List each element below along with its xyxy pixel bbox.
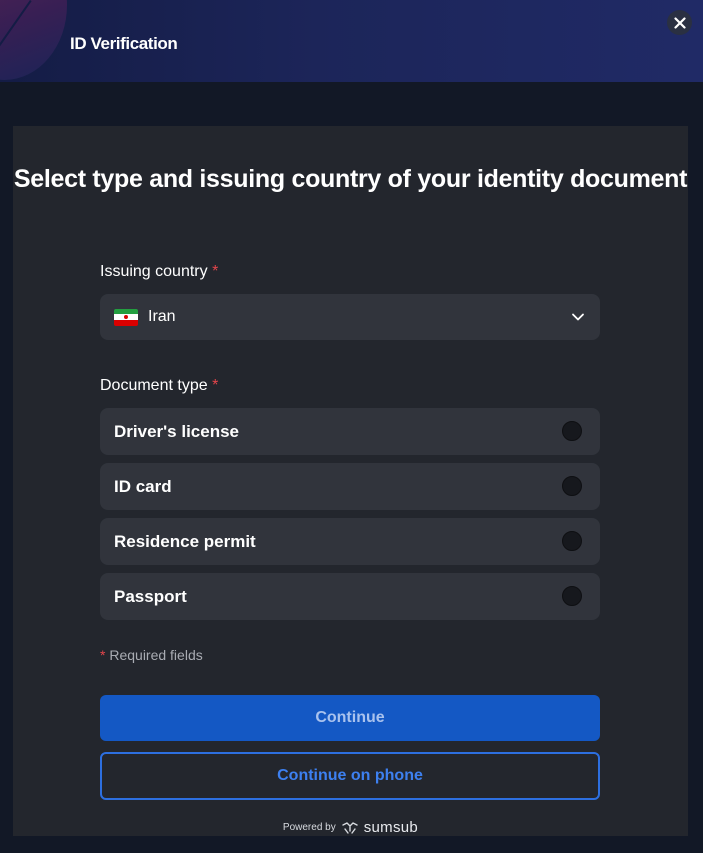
- continue-button[interactable]: Continue: [100, 695, 600, 741]
- radio-button[interactable]: [562, 586, 582, 606]
- country-select-value: Iran: [148, 308, 176, 325]
- required-fields-note: * Required fields: [100, 647, 203, 663]
- required-mark: *: [100, 647, 106, 663]
- sumsub-logo-icon: [342, 821, 358, 834]
- document-type-label-text: Document type: [100, 377, 208, 394]
- document-option-label: Driver's license: [114, 421, 240, 441]
- close-icon: [673, 16, 686, 29]
- brand-name: sumsub: [363, 819, 419, 836]
- form-panel: Select type and issuing country of your …: [13, 126, 688, 836]
- page-title: Select type and issuing country of your …: [13, 165, 688, 193]
- radio-button[interactable]: [562, 421, 582, 441]
- required-mark: *: [212, 377, 219, 394]
- continue-on-phone-button[interactable]: Continue on phone: [100, 752, 600, 800]
- required-note-text: Required fields: [109, 647, 203, 663]
- powered-by-footer: Powered by sumsub: [13, 819, 688, 836]
- country-label: Issuing country *: [100, 263, 218, 281]
- document-option-label: ID card: [114, 476, 172, 496]
- document-option-residence-permit[interactable]: Residence permit: [100, 518, 600, 565]
- radio-button[interactable]: [562, 476, 582, 496]
- close-button[interactable]: [667, 10, 692, 35]
- required-mark: *: [212, 263, 219, 280]
- header-decoration: [0, 0, 67, 80]
- document-option-label: Residence permit: [114, 531, 256, 551]
- country-label-text: Issuing country: [100, 263, 208, 280]
- document-type-label: Document type *: [100, 377, 218, 395]
- country-select[interactable]: Iran: [100, 294, 600, 340]
- document-option-label: Passport: [114, 586, 187, 606]
- iran-flag-icon: [114, 308, 138, 326]
- header-bar: ID Verification: [0, 0, 703, 82]
- document-option-drivers-license[interactable]: Driver's license: [100, 408, 600, 455]
- powered-by-text: Powered by: [282, 822, 336, 833]
- verification-window: ID Verification Select type and issuing …: [0, 0, 703, 853]
- chevron-down-icon: [572, 313, 584, 321]
- document-option-id-card[interactable]: ID card: [100, 463, 600, 510]
- radio-button[interactable]: [562, 531, 582, 551]
- document-option-passport[interactable]: Passport: [100, 573, 600, 620]
- header-title: ID Verification: [70, 34, 178, 53]
